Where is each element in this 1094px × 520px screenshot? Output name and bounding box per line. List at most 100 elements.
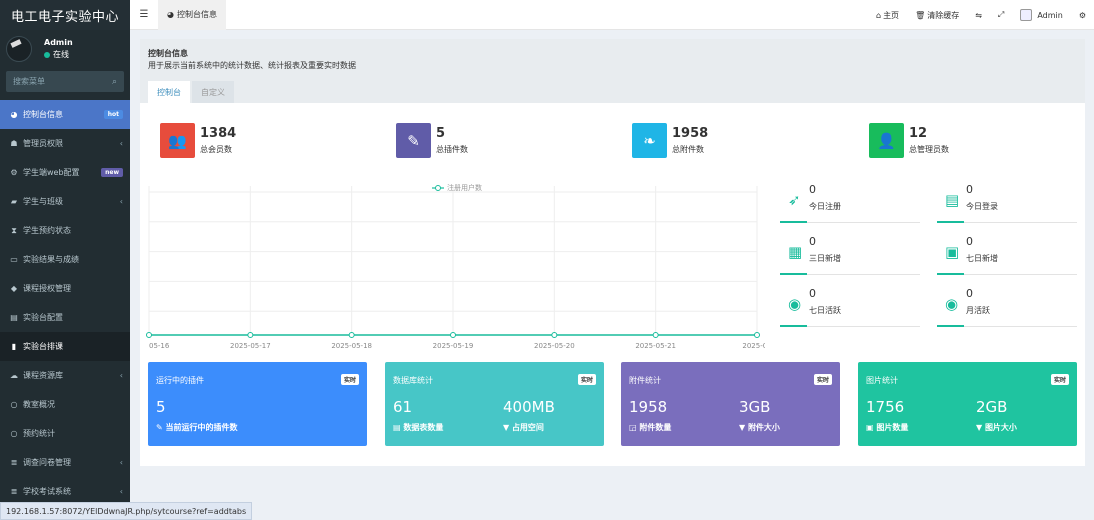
sidebar-item[interactable]: ≣ 调查问卷管理 ‹: [0, 448, 130, 477]
card-label-text: 图片数量: [876, 423, 909, 432]
sidebar-item[interactable]: ▭ 实验结果与成绩: [0, 245, 130, 274]
fullscreen-icon: ⤢: [997, 10, 1005, 19]
card-badge: 实时: [1050, 374, 1069, 385]
fullscreen-button[interactable]: ⤢: [990, 10, 1012, 20]
sidebar-menu: ◕ 控制台信息 hot ☗ 管理员权限 ‹ ⚙ 学生端web配置 new ▰ 学生与班级 ‹ ⧗ 学生预约…: [0, 100, 130, 506]
chart-point: [652, 332, 659, 338]
user-circle-icon: ◉: [788, 295, 802, 313]
list-icon: ≣: [10, 487, 18, 496]
settings-button[interactable]: ⚙: [1071, 11, 1094, 20]
sidebar-item[interactable]: ◕ 控制台信息 hot: [0, 100, 130, 129]
file-icon: ▮: [11, 342, 17, 351]
mini-stat-underline: [937, 221, 964, 223]
graduation-cap-icon: ▰: [10, 197, 18, 206]
sidebar-item[interactable]: ▰ 学生与班级 ‹: [0, 187, 130, 216]
sidebar-item-label: 调查问卷管理: [23, 458, 71, 467]
search-input[interactable]: [13, 77, 93, 86]
sidebar-item[interactable]: ▮ 实验台排课: [0, 332, 130, 361]
user-menu[interactable]: Admin: [1012, 9, 1071, 21]
card-label: ▼ 图片大小: [976, 422, 1017, 433]
summary-card: 数据库统计 实时 61 ▤ 数据表数量 400MB ▼ 占用空间: [385, 362, 604, 446]
card-label: ▤ 数据表数量: [393, 422, 443, 433]
users-icon: 👥: [160, 123, 195, 158]
sidebar-item[interactable]: ☗ 管理员权限 ‹: [0, 129, 130, 158]
sidebar-item[interactable]: ◆ 课程授权管理: [0, 274, 130, 303]
stat-box: 👤 12 总管理员数: [869, 123, 949, 159]
menu-toggle-icon[interactable]: ☰: [130, 9, 158, 20]
card-label: ▼ 占用空间: [503, 422, 544, 433]
filter-icon: ▼: [976, 423, 985, 432]
mini-stat-value: 0: [809, 183, 816, 196]
card-label: ◲ 附件数量: [629, 422, 671, 433]
sidebar-item[interactable]: ☁ 课程资源库 ‹: [0, 361, 130, 390]
users-icon: ☗: [10, 139, 18, 148]
calendar-icon: ▦: [788, 243, 803, 261]
magic-icon: ✎: [156, 423, 166, 432]
topbar: ☰ ◕ 控制台信息 ⌂ 主页 🗑 清除缓存 ⇋ ⤢ Admin ⚙: [130, 0, 1094, 30]
chart-svg: 05-16 2025-05-17 2025-05-18 2025-05-19 2025-…: [146, 183, 765, 350]
stat-label: 总管理员数: [909, 145, 949, 154]
stat-box: 👥 1384 总会员数: [160, 123, 236, 159]
status-bar-url: 192.168.1.57:8072/YElDdwnaJR.php/sytcour…: [0, 502, 253, 520]
stat-text: 1384 总会员数: [200, 123, 236, 159]
page-description: 用于展示当前系统中的统计数据、统计报表及重要实时数据: [148, 61, 356, 70]
user-icon: 👤: [869, 123, 904, 158]
monitor-icon: ▭: [10, 255, 18, 264]
stat-text: 5 总插件数: [436, 123, 468, 159]
card-label: ▣ 图片数量: [866, 422, 908, 433]
stat-value: 12: [909, 126, 928, 141]
sidebar-item-label: 学生端web配置: [23, 168, 80, 177]
card-label: ✎ 当前运行中的插件数: [156, 422, 238, 433]
chevron-left-icon: ‹: [119, 458, 123, 467]
card-label-text: 附件数量: [639, 423, 672, 432]
sidebar-item[interactable]: ▤ 实验台配置: [0, 303, 130, 332]
mini-stat-underline: [780, 325, 807, 327]
mini-stat-label: 今日登录: [966, 202, 998, 211]
home-link[interactable]: ⌂ 主页: [868, 10, 907, 21]
keyboard-icon: ▤: [10, 313, 18, 322]
clear-cache-button[interactable]: 🗑 清除缓存: [907, 10, 967, 21]
image-icon: ▣: [866, 423, 877, 432]
tab-console[interactable]: ◕ 控制台信息: [158, 0, 226, 30]
mini-stat-underline: [780, 273, 807, 275]
sidebar-item[interactable]: ⚙ 学生端web配置 new: [0, 158, 130, 187]
search-icon[interactable]: ⌕: [112, 77, 117, 87]
card-value: 400MB: [503, 398, 555, 416]
mini-stat: ◉ 0 七日活跃: [780, 283, 920, 327]
circle-icon: ○: [10, 429, 18, 438]
chart-tick-label: 2025-05-17: [230, 342, 271, 350]
mini-stat-label: 七日新增: [966, 254, 998, 263]
trash-icon: 🗑: [915, 10, 926, 20]
app-logo[interactable]: 电工电子实验中心: [0, 0, 130, 30]
sidebar-item[interactable]: ○ 预约统计: [0, 419, 130, 448]
sidebar-item[interactable]: ⧗ 学生预约状态: [0, 216, 130, 245]
chart-point: [247, 332, 254, 338]
language-button[interactable]: ⇋: [967, 11, 990, 20]
mini-stat-label: 三日新增: [809, 254, 841, 263]
card-label-text: 数据表数量: [403, 423, 444, 432]
user-status-text: 在线: [53, 50, 69, 59]
card-title: 数据库统计: [393, 376, 433, 385]
online-dot-icon: [44, 52, 50, 58]
tab-custom[interactable]: 自定义: [192, 81, 234, 103]
chart-point: [551, 332, 558, 338]
card-value: 2GB: [976, 398, 1008, 416]
tab-console-sub[interactable]: 控制台: [148, 81, 190, 103]
stat-value: 1384: [200, 126, 237, 141]
card-label-text: 占用空间: [511, 423, 544, 432]
user-status: 在线: [44, 49, 73, 61]
home-icon: ⌂: [875, 10, 882, 20]
card-badge: 实时: [813, 374, 832, 385]
chart-point: [146, 332, 152, 338]
card-value: 61: [393, 398, 413, 416]
leaf-icon: ❧: [632, 123, 667, 158]
sidebar-item-label: 实验台配置: [23, 313, 63, 322]
stat-label: 总附件数: [672, 145, 704, 154]
sidebar-item-label: 学校考试系统: [23, 487, 71, 496]
card-label-text: 当前运行中的插件数: [165, 423, 238, 432]
magic-icon: ✎: [396, 123, 431, 158]
sidebar-item[interactable]: ○ 教室概况: [0, 390, 130, 419]
mini-stat-value: 0: [966, 287, 973, 300]
card-badge: 实时: [577, 374, 596, 385]
stat-value: 5: [436, 126, 446, 141]
